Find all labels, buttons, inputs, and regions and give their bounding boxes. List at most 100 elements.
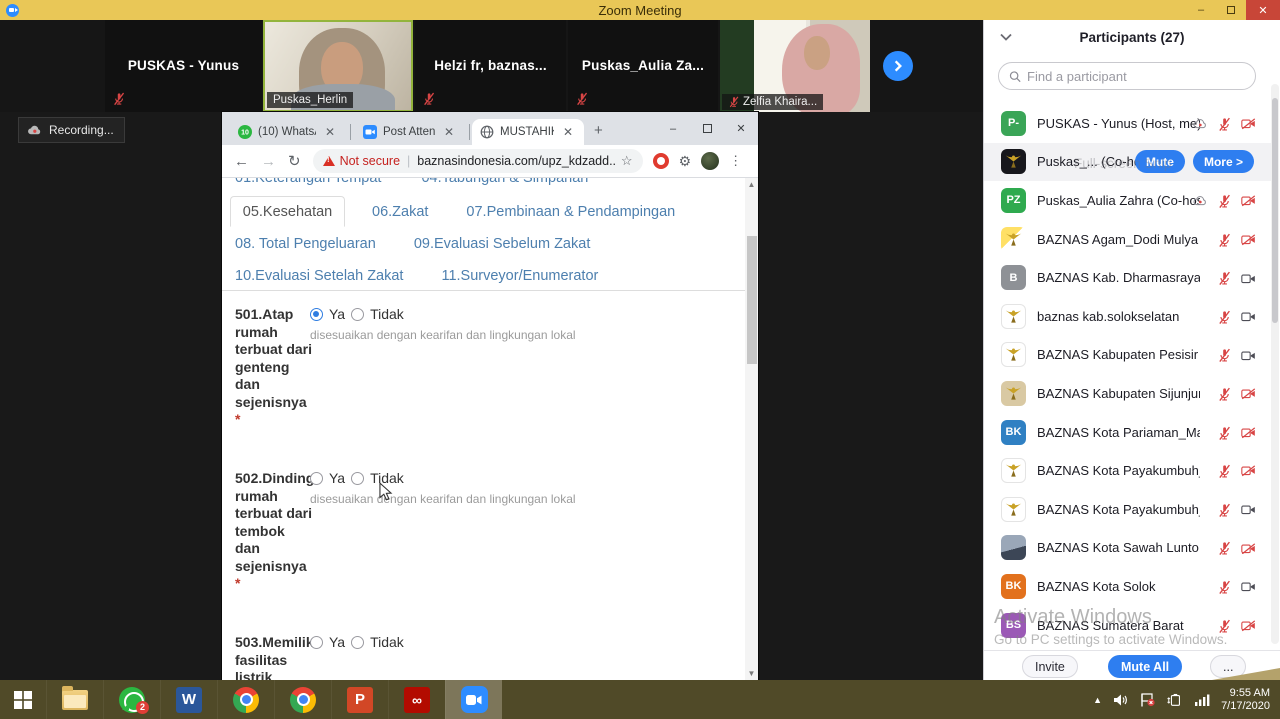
radio-ya[interactable] [310, 636, 323, 649]
scroll-up-icon[interactable]: ▲ [745, 178, 758, 191]
close-button[interactable]: ✕ [1246, 0, 1280, 20]
taskbar-app-acrobat[interactable]: ∞ [388, 680, 445, 719]
participant-row[interactable]: BAZNAS Kabupaten Pesisir Sela... [984, 336, 1274, 375]
participant-avatar: BK [1001, 574, 1026, 599]
radio-ya[interactable] [310, 472, 323, 485]
video-tile[interactable]: Puskas_Herlin [263, 20, 413, 112]
footer-more-button[interactable]: ... [1210, 655, 1246, 678]
battery-icon[interactable] [1167, 693, 1183, 707]
participant-row[interactable]: BAZNAS Kota Sawah Lunto [984, 529, 1274, 568]
taskbar-app-whatsapp[interactable]: 2 [103, 680, 160, 719]
tab-kesehatan[interactable]: 05.Kesehatan [230, 196, 345, 227]
mute-participant-button[interactable]: Mute [1135, 150, 1185, 173]
taskbar-clock[interactable]: 9:55 AM 7/17/2020 [1221, 687, 1270, 713]
participant-row[interactable]: BAZNAS Kabupaten Sijunjung [984, 374, 1274, 413]
tray-expand-icon[interactable]: ▲ [1093, 695, 1102, 705]
cloud-recording-icon [27, 124, 43, 137]
browser-tab[interactable]: 10(10) WhatsA✕ [230, 119, 346, 145]
form-section-link[interactable]: 10.Evaluasi Setelah Zakat [235, 268, 403, 284]
taskbar-app-chrome[interactable] [274, 680, 331, 719]
mute-all-button[interactable]: Mute All [1108, 655, 1182, 678]
participant-avatar: BK [1001, 420, 1026, 445]
participant-row[interactable]: PZPuskas_Aulia Zahra (Co-host) [984, 181, 1274, 220]
browser-scrollbar[interactable]: ▲ ▼ [745, 178, 758, 680]
baznas-logo-avatar [1001, 304, 1026, 329]
radio-tidak[interactable] [351, 472, 364, 485]
participant-row[interactable]: BBAZNAS Kab. Dharmasraya_Am... [984, 258, 1274, 297]
extension-adblock-icon[interactable] [653, 153, 669, 169]
participant-row[interactable]: BKBAZNAS Kota Solok [984, 567, 1274, 606]
browser-close-button[interactable]: ✕ [724, 112, 758, 145]
zoom-favicon [363, 125, 377, 139]
browser-tab[interactable]: MUSTAHIK D✕ [472, 119, 584, 145]
baznas-logo-avatar [1001, 458, 1026, 483]
baznas-logo-avatar [1001, 342, 1026, 367]
action-center-flag-icon[interactable] [1140, 693, 1156, 707]
participant-row[interactable]: BKBAZNAS Kota Pariaman_Marlind... [984, 413, 1274, 452]
extensions-puzzle-icon[interactable]: ⚙ [679, 153, 692, 170]
form-section-link[interactable]: 09.Evaluasi Sebelum Zakat [414, 236, 591, 252]
taskbar-app-word[interactable]: W [160, 680, 217, 719]
taskbar-app-chrome[interactable] [217, 680, 274, 719]
recording-indicator[interactable]: Recording... [18, 117, 125, 143]
participant-name: BAZNAS Kota Payakumbuh_RIFA... [1037, 502, 1200, 517]
start-button[interactable] [0, 680, 46, 719]
form-section-link[interactable]: 07.Pembinaan & Pendampingan [466, 204, 675, 220]
form-section-link[interactable]: 08. Total Pengeluaran [235, 236, 376, 252]
browser-maximize-button[interactable] [690, 112, 724, 145]
forward-icon[interactable]: → [261, 153, 276, 170]
volume-icon[interactable] [1113, 693, 1129, 707]
url-bar[interactable]: Not secure | baznasindonesia.com/upz_kdz… [313, 149, 643, 173]
form-section-link[interactable]: 11.Surveyor/Enumerator [441, 268, 598, 284]
browser-minimize-button[interactable]: – [656, 112, 690, 145]
participant-row[interactable]: BAZNAS Agam_Dodi Mulya Putra [984, 220, 1274, 259]
search-input[interactable] [1027, 69, 1245, 84]
reload-icon[interactable]: ↻ [288, 152, 301, 170]
notification-badge: 2 [136, 701, 149, 714]
baznas-logo-avatar [1001, 227, 1026, 252]
taskbar-app-zoomapp[interactable] [445, 680, 502, 719]
radio-tidak[interactable] [351, 308, 364, 321]
video-tile[interactable]: PUSKAS - Yunus [105, 20, 262, 112]
new-tab-button[interactable]: + [594, 122, 603, 139]
mic-muted-icon [1217, 503, 1232, 516]
scrollbar-thumb[interactable] [747, 236, 757, 364]
participants-scrollbar[interactable] [1271, 84, 1279, 644]
video-tile[interactable]: Puskas_Aulia Za... [568, 20, 718, 112]
browser-tab[interactable]: Post Attende✕ [355, 119, 465, 145]
form-section-link[interactable]: 01.Keterangan Tempat [235, 178, 381, 186]
minimize-button[interactable]: – [1186, 0, 1216, 20]
participant-row[interactable]: baznas kab.solokselatan [984, 297, 1274, 336]
profile-avatar[interactable] [701, 152, 719, 170]
next-page-button[interactable] [883, 51, 913, 81]
scroll-down-icon[interactable]: ▼ [745, 667, 758, 680]
clock-time: 9:55 AM [1221, 687, 1270, 700]
participant-row[interactable]: Puskas_... (Co-host)MuteMore > [984, 143, 1274, 182]
taskbar-app-explorer[interactable] [46, 680, 103, 719]
participants-scrollbar-thumb[interactable] [1272, 98, 1278, 323]
participant-tile-name: Puskas_Aulia Za... [568, 58, 718, 73]
participant-row[interactable]: P-PUSKAS - Yunus (Host, me) [984, 104, 1274, 143]
participant-row[interactable]: BAZNAS Kota Payakumbuh_RIFA... [984, 490, 1274, 529]
participant-more-button[interactable]: More > [1193, 150, 1254, 173]
participant-search[interactable] [998, 62, 1256, 90]
invite-button[interactable]: Invite [1022, 655, 1078, 678]
maximize-button[interactable] [1216, 0, 1246, 20]
browser-menu-icon[interactable]: ⋮ [729, 158, 742, 164]
form-section-link[interactable]: 06.Zakat [372, 204, 428, 220]
zoom-app-icon [461, 686, 488, 713]
video-tile[interactable]: Zelfia Khaira... [720, 20, 870, 112]
participant-row[interactable]: BAZNAS Kota Payakumbuh_Oktr... [984, 451, 1274, 490]
radio-ya[interactable] [310, 308, 323, 321]
tab-close-icon[interactable]: ✕ [560, 125, 576, 139]
back-icon[interactable]: ← [234, 153, 249, 170]
video-tile[interactable]: Helzi fr, baznas... [415, 20, 566, 112]
form-section-link[interactable]: 04.Tabungan & Simpanan [421, 178, 588, 186]
taskbar-app-powerpoint[interactable]: P [331, 680, 388, 719]
radio-tidak[interactable] [351, 636, 364, 649]
tab-close-icon[interactable]: ✕ [322, 125, 338, 139]
tab-close-icon[interactable]: ✕ [441, 125, 457, 139]
bookmark-star-icon[interactable]: ☆ [621, 153, 633, 169]
participant-name: BAZNAS Kabupaten Pesisir Sela... [1037, 347, 1200, 362]
network-signal-icon[interactable] [1194, 693, 1210, 707]
